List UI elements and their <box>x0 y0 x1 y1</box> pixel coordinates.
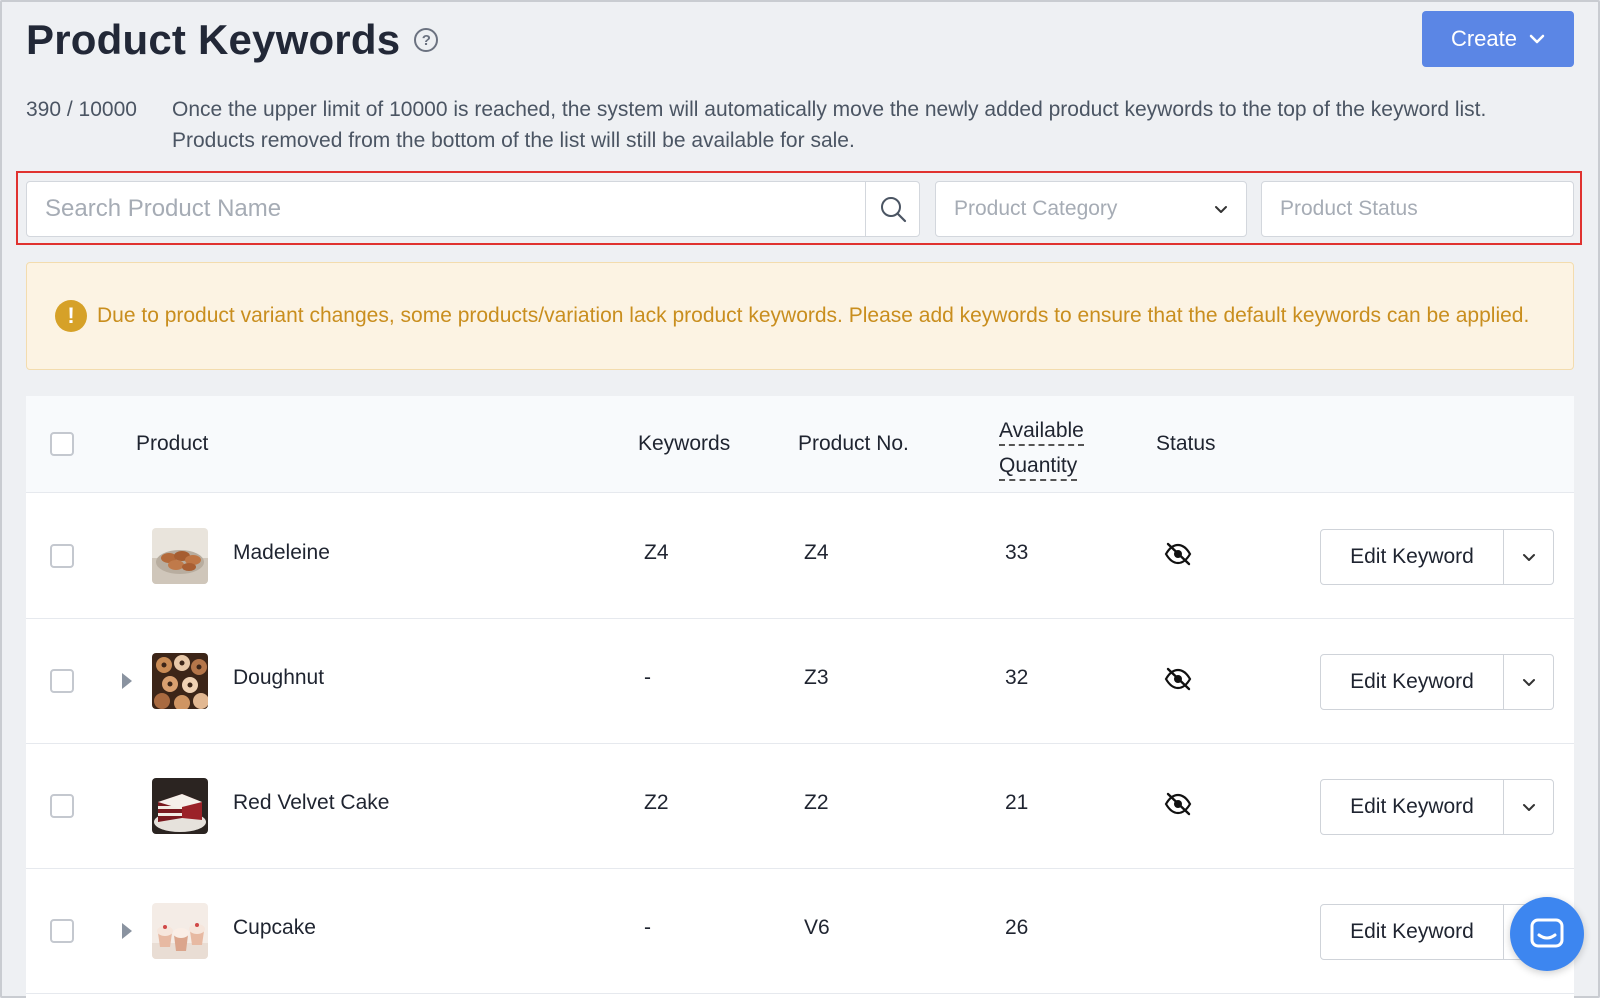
search-input[interactable] <box>27 182 865 236</box>
product-keywords-table: Product Keywords Product No. Available Q… <box>26 396 1574 998</box>
eye-slash-icon <box>1164 792 1192 822</box>
column-header-status: Status <box>1156 432 1216 455</box>
table-row: Madeleine Z4 Z4 33 Edit Keyword <box>26 494 1574 619</box>
available-quantity: 33 <box>1005 541 1029 564</box>
search-icon <box>880 197 906 223</box>
edit-keyword-group: Edit Keyword <box>1320 529 1554 585</box>
edit-keyword-button[interactable]: Edit Keyword <box>1321 530 1503 584</box>
product-number: Z2 <box>804 791 829 814</box>
edit-keyword-button[interactable]: Edit Keyword <box>1321 655 1503 709</box>
product-number: V6 <box>804 916 830 939</box>
chevron-down-icon <box>1522 553 1535 561</box>
product-name[interactable]: Doughnut <box>233 666 324 690</box>
keyword-limit-info: 390 / 10000 Once the upper limit of 1000… <box>26 94 1574 156</box>
qty-header-line2: Quantity <box>999 453 1078 481</box>
product-category-placeholder: Product Category <box>954 197 1118 220</box>
column-header-product-no: Product No. <box>798 432 909 455</box>
product-number: Z4 <box>804 541 829 564</box>
limit-message: Once the upper limit of 10000 is reached… <box>172 98 1487 152</box>
page-header: Product Keywords ? <box>26 16 439 64</box>
product-category-select[interactable]: Product Category <box>935 181 1247 237</box>
search-box <box>26 181 920 237</box>
warning-banner: ! Due to product variant changes, some p… <box>26 262 1574 370</box>
eye-slash-icon <box>1164 542 1192 572</box>
row-checkbox[interactable] <box>50 669 74 693</box>
product-thumbnail <box>152 903 208 959</box>
create-button[interactable]: Create <box>1422 11 1574 67</box>
product-status-placeholder: Product Status <box>1280 197 1418 220</box>
table-row: Doughnut - Z3 32 Edit Keyword <box>26 619 1574 744</box>
page-title: Product Keywords <box>26 16 401 63</box>
product-status-select[interactable]: Product Status <box>1261 181 1574 237</box>
eye-slash-icon <box>1164 667 1192 697</box>
select-all-checkbox[interactable] <box>50 432 74 456</box>
exclamation-circle-icon: ! <box>55 300 87 332</box>
more-actions-dropdown[interactable] <box>1503 780 1553 834</box>
table-header: Product Keywords Product No. Available Q… <box>26 396 1574 493</box>
qty-header-line1: Available <box>999 418 1084 446</box>
edit-keyword-group: Edit Keyword <box>1320 654 1554 710</box>
table-row: Red Velvet Cake Z2 Z2 21 Edit Keyword <box>26 744 1574 869</box>
create-button-label: Create <box>1450 26 1518 51</box>
search-button[interactable] <box>865 182 919 236</box>
product-keywords: Z4 <box>644 541 669 564</box>
row-checkbox[interactable] <box>50 544 74 568</box>
product-name[interactable]: Madeleine <box>233 541 330 565</box>
column-header-keywords: Keywords <box>638 432 731 455</box>
edit-keyword-button[interactable]: Edit Keyword <box>1321 905 1503 959</box>
chevron-down-icon <box>1522 678 1535 686</box>
more-actions-dropdown[interactable] <box>1503 530 1553 584</box>
available-quantity: 26 <box>1005 916 1029 939</box>
chat-icon <box>1530 918 1564 948</box>
available-quantity: 21 <box>1005 791 1029 814</box>
product-keywords: - <box>644 916 651 939</box>
product-keywords: Z2 <box>644 791 669 814</box>
edit-keyword-group: Edit Keyword <box>1320 779 1554 835</box>
chevron-down-icon <box>1522 803 1535 811</box>
product-thumbnail <box>152 653 208 709</box>
warning-text: Due to product variant changes, some pro… <box>97 304 1530 327</box>
edit-keyword-button[interactable]: Edit Keyword <box>1321 780 1503 834</box>
product-number: Z3 <box>804 666 829 689</box>
product-name[interactable]: Cupcake <box>233 916 316 940</box>
chevron-down-icon <box>1529 34 1545 44</box>
column-header-available-quantity[interactable]: Available Quantity <box>999 413 1084 483</box>
keyword-count: 390 / 10000 <box>26 98 137 121</box>
product-thumbnail <box>152 778 208 834</box>
row-checkbox[interactable] <box>50 919 74 943</box>
product-name[interactable]: Red Velvet Cake <box>233 791 389 815</box>
column-header-product: Product <box>136 432 209 455</box>
available-quantity: 32 <box>1005 666 1029 689</box>
help-icon[interactable]: ? <box>414 28 439 52</box>
chevron-down-icon <box>1215 205 1227 213</box>
product-keywords: - <box>644 666 651 689</box>
row-checkbox[interactable] <box>50 794 74 818</box>
expand-row-icon[interactable] <box>122 673 132 689</box>
expand-row-icon[interactable] <box>122 923 132 939</box>
table-row: Cupcake - V6 26 Edit Keyword <box>26 869 1574 994</box>
more-actions-dropdown[interactable] <box>1503 655 1553 709</box>
product-thumbnail <box>152 528 208 584</box>
chat-support-button[interactable] <box>1510 897 1584 971</box>
